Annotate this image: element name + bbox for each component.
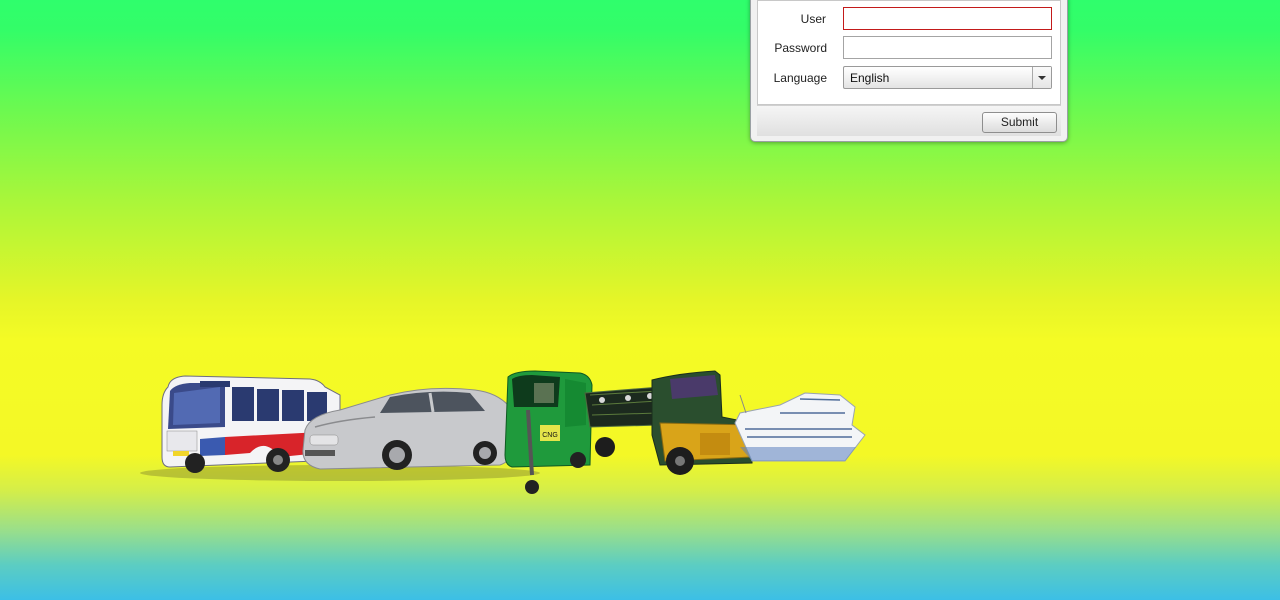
cng-label: CNG (542, 432, 558, 439)
user-row: User (758, 7, 1060, 31)
language-select[interactable]: English (843, 66, 1052, 89)
truck-image (584, 370, 753, 475)
vehicles-illustration: CNG (140, 370, 866, 494)
password-input[interactable] (843, 36, 1052, 59)
language-selected-value: English (850, 71, 890, 85)
login-panel: User Password Language English Submit (750, 0, 1068, 142)
chevron-down-icon[interactable] (1032, 67, 1051, 88)
login-footer: Submit (757, 105, 1061, 136)
submit-button[interactable]: Submit (982, 112, 1057, 133)
cruise-ship-image (734, 392, 866, 462)
password-label: Password (774, 41, 827, 55)
login-form: User Password Language English (757, 0, 1061, 105)
language-row: Language English (758, 66, 1060, 90)
user-label: User (800, 12, 826, 26)
user-input[interactable] (843, 7, 1052, 30)
language-label: Language (773, 71, 827, 85)
password-row: Password (758, 36, 1060, 60)
